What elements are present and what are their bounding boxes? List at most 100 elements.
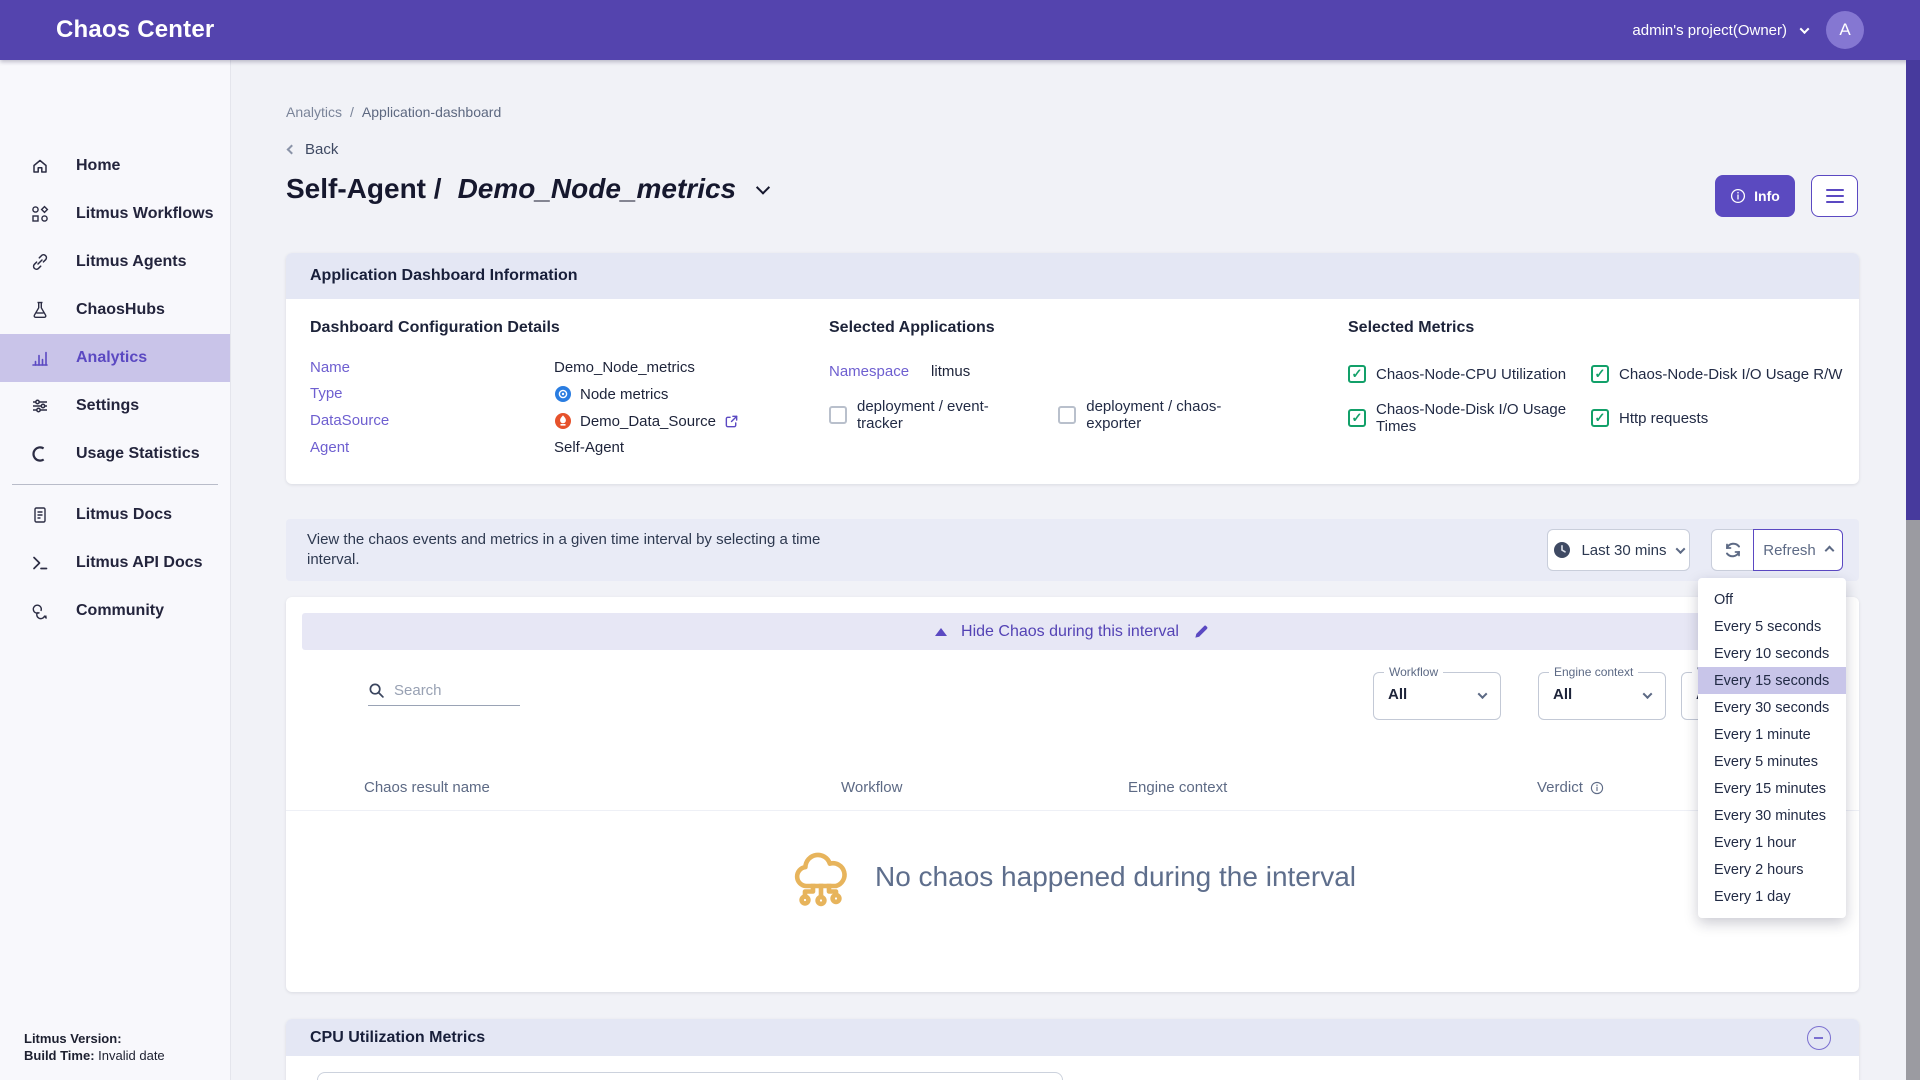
- sidebar-item-home[interactable]: Home: [0, 142, 230, 190]
- build-time-label: Build Time:: [24, 1048, 95, 1063]
- chaos-center-app: Chaos Center admin's project(Owner) A Ho…: [0, 0, 1920, 1080]
- project-selector[interactable]: admin's project(Owner): [1632, 22, 1808, 39]
- menu-item-every-15-minutes[interactable]: Every 15 minutes: [1698, 775, 1846, 802]
- refresh-interval-menu: Off Every 5 seconds Every 10 seconds Eve…: [1698, 578, 1846, 918]
- sidebar-item-litmus-workflows[interactable]: Litmus Workflows: [0, 190, 230, 238]
- chevron-down-icon: [1478, 689, 1488, 699]
- sidebar-item-litmus-docs[interactable]: Litmus Docs: [0, 491, 230, 539]
- selected-applications-title: Selected Applications: [829, 319, 1259, 337]
- back-button[interactable]: Back: [288, 141, 338, 158]
- config-label-datasource: DataSource: [310, 412, 554, 430]
- checkbox-checked-icon: ✓: [1591, 365, 1609, 383]
- sidebar-item-label: Usage Statistics: [76, 445, 200, 463]
- title-agent: Self-Agent /: [286, 173, 442, 205]
- app-checkbox-event-tracker[interactable]: deployment / event-tracker: [829, 398, 1018, 432]
- terminal-icon: [30, 553, 50, 573]
- back-label: Back: [305, 141, 338, 158]
- menu-item-every-1-hour[interactable]: Every 1 hour: [1698, 829, 1846, 856]
- sidebar-item-litmus-api-docs[interactable]: Litmus API Docs: [0, 539, 230, 587]
- chaos-results-card: Hide Chaos during this interval Workflow…: [286, 597, 1859, 992]
- title-chevron-down-icon[interactable]: [756, 181, 770, 195]
- search-input[interactable]: [394, 682, 510, 699]
- cpu-metrics-card: CPU Utilization Metrics: [286, 1019, 1859, 1080]
- external-link-icon[interactable]: [724, 414, 739, 429]
- config-label-agent: Agent: [310, 439, 554, 456]
- namespace-value: litmus: [931, 363, 970, 380]
- verdict-info-icon[interactable]: [1590, 781, 1604, 795]
- home-icon: [30, 156, 50, 176]
- config-label-name: Name: [310, 359, 554, 376]
- menu-item-every-2-hours[interactable]: Every 2 hours: [1698, 856, 1846, 883]
- search-box: [368, 682, 520, 706]
- info-button[interactable]: Info: [1715, 175, 1795, 217]
- sidebar-item-settings[interactable]: Settings: [0, 382, 230, 430]
- hide-chaos-label: Hide Chaos during this interval: [961, 623, 1179, 641]
- metric-checkbox-disk-times[interactable]: ✓ Chaos-Node-Disk I/O Usage Times: [1348, 401, 1591, 435]
- namespace-label: Namespace: [829, 363, 909, 380]
- clock-icon: [1553, 541, 1571, 559]
- engine-context-filter-select[interactable]: Engine context All: [1538, 672, 1666, 720]
- sidebar-item-community[interactable]: Community: [0, 587, 230, 635]
- menu-item-every-30-minutes[interactable]: Every 30 minutes: [1698, 802, 1846, 829]
- time-range-selector[interactable]: Last 30 mins: [1547, 529, 1690, 571]
- avatar-letter: A: [1839, 20, 1850, 40]
- sidebar-item-analytics[interactable]: Analytics: [0, 334, 230, 382]
- sidebar-divider: [12, 484, 218, 485]
- metric-checkbox-cpu[interactable]: ✓ Chaos-Node-CPU Utilization: [1348, 365, 1591, 383]
- sidebar-item-label: Settings: [76, 397, 139, 415]
- project-label: admin's project(Owner): [1632, 22, 1787, 39]
- config-value-datasource: Demo_Data_Source: [554, 412, 810, 430]
- interval-description: View the chaos events and metrics in a g…: [307, 530, 867, 570]
- menu-item-every-15-seconds[interactable]: Every 15 seconds: [1698, 667, 1846, 694]
- link-icon: [30, 252, 50, 272]
- table-filter-row: Workflow All Engine context All Verdict …: [286, 666, 1859, 724]
- metric-checkbox-disk-rw[interactable]: ✓ Chaos-Node-Disk I/O Usage R/W: [1591, 365, 1848, 383]
- menu-item-off[interactable]: Off: [1698, 586, 1846, 613]
- scrollbar-thumb[interactable]: [1906, 60, 1920, 520]
- menu-item-every-5-minutes[interactable]: Every 5 minutes: [1698, 748, 1846, 775]
- sidebar-item-label: ChaosHubs: [76, 301, 165, 319]
- edit-pencil-icon[interactable]: [1193, 623, 1210, 640]
- refresh-interval-button[interactable]: Refresh: [1753, 529, 1843, 571]
- menu-item-every-1-day[interactable]: Every 1 day: [1698, 883, 1846, 910]
- config-details-title: Dashboard Configuration Details: [310, 319, 810, 337]
- sidebar-item-label: Litmus Agents: [76, 253, 187, 271]
- metric-checkbox-http[interactable]: ✓ Http requests: [1591, 401, 1848, 435]
- sidebar-item-chaoshubs[interactable]: ChaosHubs: [0, 286, 230, 334]
- menu-item-every-10-seconds[interactable]: Every 10 seconds: [1698, 640, 1846, 667]
- cpu-metrics-title: CPU Utilization Metrics: [310, 1029, 485, 1047]
- info-button-label: Info: [1754, 188, 1780, 204]
- avatar[interactable]: A: [1826, 11, 1864, 49]
- hamburger-icon: [1826, 189, 1844, 192]
- sidebar-item-usage-statistics[interactable]: Usage Statistics: [0, 430, 230, 478]
- workflow-filter-select[interactable]: Workflow All: [1373, 672, 1501, 720]
- empty-message: No chaos happened during the interval: [875, 861, 1356, 893]
- column-engine-context: Engine context: [1128, 779, 1227, 796]
- dashboard-info-card-header: Application Dashboard Information: [286, 253, 1859, 299]
- dashboard-menu-button[interactable]: [1811, 175, 1858, 217]
- menu-item-every-1-minute[interactable]: Every 1 minute: [1698, 721, 1846, 748]
- breadcrumb: Analytics / Application-dashboard: [286, 104, 501, 120]
- app-checkbox-chaos-exporter[interactable]: deployment / chaos-exporter: [1058, 398, 1259, 432]
- sidebar-item-litmus-agents[interactable]: Litmus Agents: [0, 238, 230, 286]
- version-info: Litmus Version: Build Time: Invalid date: [24, 1030, 165, 1064]
- chaos-cloud-icon: [789, 845, 853, 909]
- menu-item-every-5-seconds[interactable]: Every 5 seconds: [1698, 613, 1846, 640]
- page-scrollbar[interactable]: [1906, 60, 1920, 1080]
- collapse-triangle-icon: [935, 628, 947, 636]
- hide-chaos-toggle[interactable]: Hide Chaos during this interval: [302, 613, 1843, 650]
- column-chaos-result-name: Chaos result name: [364, 779, 490, 796]
- checkbox-checked-icon: ✓: [1348, 409, 1366, 427]
- refresh-now-button[interactable]: [1711, 529, 1754, 571]
- sliders-icon: [30, 396, 50, 416]
- chevron-down-icon: [1643, 689, 1653, 699]
- time-range-value: Last 30 mins: [1581, 542, 1666, 559]
- sidebar-item-label: Litmus Workflows: [76, 205, 214, 223]
- checkbox-checked-icon: ✓: [1591, 409, 1609, 427]
- breadcrumb-current: Application-dashboard: [362, 104, 501, 120]
- sidebar: Home Litmus Workflows Litmus Agents Chao…: [0, 60, 230, 1080]
- breadcrumb-analytics[interactable]: Analytics: [286, 104, 342, 120]
- menu-item-every-30-seconds[interactable]: Every 30 seconds: [1698, 694, 1846, 721]
- collapse-section-button[interactable]: [1807, 1026, 1831, 1050]
- page-title: Self-Agent / Demo_Node_metrics: [286, 173, 768, 205]
